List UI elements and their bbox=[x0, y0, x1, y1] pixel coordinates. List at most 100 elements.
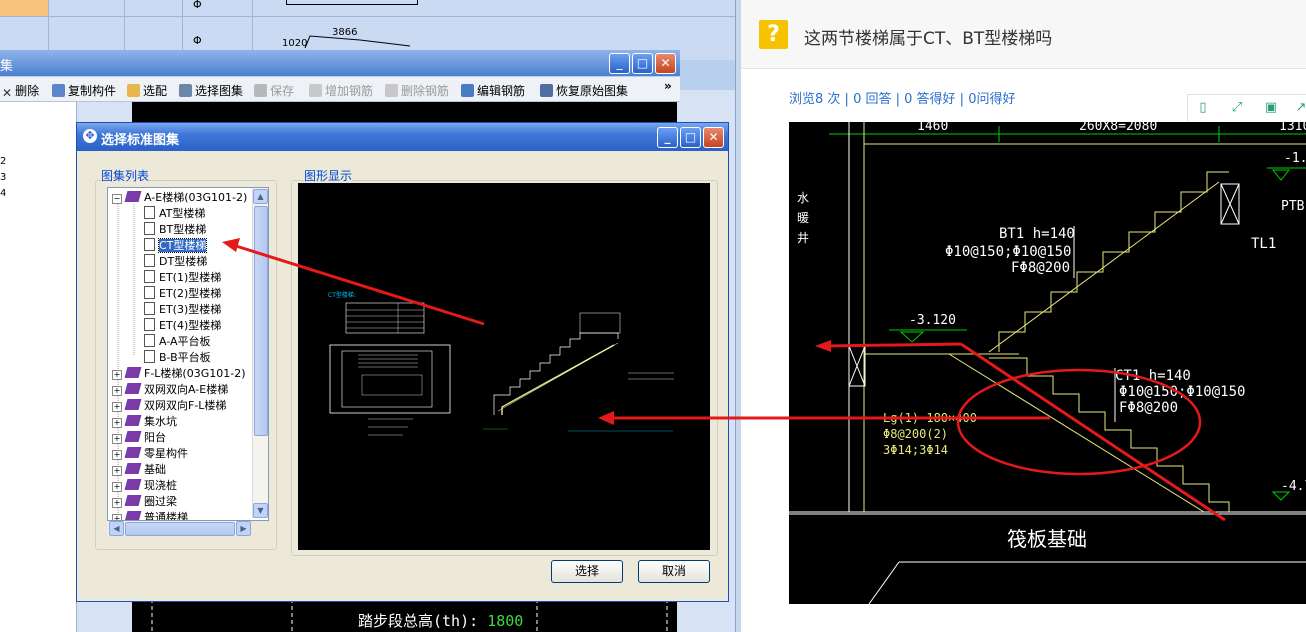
tree-folder[interactable]: − A-E楼梯(03G101-2) bbox=[112, 190, 247, 206]
tree-folder[interactable]: + 集水坑 bbox=[112, 414, 177, 430]
svg-text:-3.120: -3.120 bbox=[909, 313, 956, 328]
expand-icon[interactable]: + bbox=[112, 386, 122, 396]
scroll-down-button[interactable]: ▼ bbox=[253, 503, 268, 518]
save-button[interactable]: 保存 bbox=[254, 82, 294, 99]
answers-count[interactable]: 0 回答 bbox=[853, 92, 891, 107]
maximize-button[interactable]: □ bbox=[632, 53, 653, 74]
dialog-close-button[interactable]: ✕ bbox=[703, 127, 724, 148]
tree-item[interactable]: ET(3)型楼梯 bbox=[144, 302, 221, 318]
expand-icon[interactable]: + bbox=[112, 402, 122, 412]
scroll-up-button[interactable]: ▲ bbox=[253, 189, 268, 204]
tree-item[interactable]: BT型楼梯 bbox=[144, 222, 206, 238]
scroll-left-button[interactable]: ◀ bbox=[109, 521, 124, 536]
document-icon bbox=[144, 270, 155, 283]
minimize-button[interactable]: _ bbox=[609, 53, 630, 74]
add-rebar-button[interactable]: 增加钢筋 bbox=[309, 82, 373, 99]
phi-mark: Φ bbox=[193, 0, 202, 11]
expand-icon[interactable]: + bbox=[112, 466, 122, 476]
expand-icon[interactable]: + bbox=[112, 418, 122, 428]
scroll-right-button[interactable]: ▶ bbox=[236, 521, 251, 536]
question-icon: ? bbox=[759, 20, 788, 49]
tree-item[interactable]: CT型楼梯 bbox=[144, 238, 208, 254]
book-icon bbox=[124, 191, 142, 202]
tree-item-label: B-B平台板 bbox=[159, 351, 211, 364]
expand-icon[interactable]: + bbox=[112, 498, 122, 508]
tree-item-label: 集水坑 bbox=[144, 415, 177, 428]
book-icon bbox=[124, 495, 142, 506]
tree-item[interactable]: ET(2)型楼梯 bbox=[144, 286, 221, 302]
ct-stair-preview-drawing: CT型楼梯: bbox=[328, 291, 674, 436]
tree-folder[interactable]: + 零星构件 bbox=[112, 446, 188, 462]
delete-button[interactable]: ✕ 删除 bbox=[2, 82, 39, 100]
tree-item[interactable]: B-B平台板 bbox=[144, 350, 211, 366]
tree-item-label: F-L楼梯(03G101-2) bbox=[144, 367, 246, 380]
expand-icon[interactable]: + bbox=[112, 482, 122, 492]
tree-folder[interactable]: + 双网双向F-L楼梯 bbox=[112, 398, 226, 414]
tree-folder[interactable]: + 普通楼梯 bbox=[112, 510, 188, 520]
step-height-label: 踏步段总高(th): 1800 bbox=[358, 612, 524, 630]
tree-item[interactable]: AT型楼梯 bbox=[144, 206, 205, 222]
question-title: 这两节楼梯属于CT、BT型楼梯吗 bbox=[804, 29, 1053, 49]
tree-folder[interactable]: + 阳台 bbox=[112, 430, 166, 446]
tree-horizontal-scrollbar[interactable]: ◀ ▶ bbox=[108, 521, 251, 536]
share-icon[interactable]: ↗ bbox=[1294, 101, 1306, 115]
outer-window-titlebar[interactable]: 集 _ □ ✕ bbox=[0, 50, 680, 76]
tree-folder[interactable]: + 圈过梁 bbox=[112, 494, 177, 510]
edit-rebar-button[interactable]: 编辑钢筋 bbox=[461, 82, 525, 99]
select-match-button[interactable]: 选配 bbox=[127, 82, 167, 99]
tree-item-label: A-A平台板 bbox=[159, 335, 211, 348]
svg-text:CT型楼梯:: CT型楼梯: bbox=[328, 291, 356, 299]
copy-icon bbox=[52, 84, 65, 97]
book-icon bbox=[124, 399, 142, 410]
toolbar: ✕ 删除 复制构件 选配 选择图集 保存 增加钢筋 删除钢筋 编辑钢筋 恢复原始图… bbox=[0, 77, 680, 102]
select-button[interactable]: 选择 bbox=[551, 560, 623, 583]
select-atlas-button[interactable]: 选择图集 bbox=[179, 82, 243, 99]
expand-icon[interactable]: + bbox=[112, 370, 122, 380]
toolbar-overflow-button[interactable]: » bbox=[664, 79, 672, 93]
tree-item-label: 双网双向F-L楼梯 bbox=[144, 399, 227, 412]
tree-folder[interactable]: + 现浇桩 bbox=[112, 478, 177, 494]
remove-rebar-button[interactable]: 删除钢筋 bbox=[385, 82, 449, 99]
tree-item-label: BT型楼梯 bbox=[159, 223, 207, 236]
svg-text:暖: 暖 bbox=[797, 211, 809, 225]
tree-item[interactable]: ET(1)型楼梯 bbox=[144, 270, 221, 286]
fit-icon[interactable]: ▯ bbox=[1196, 101, 1210, 115]
svg-text:FΦ8@200: FΦ8@200 bbox=[1011, 260, 1070, 276]
good-answers-count[interactable]: 0 答得好 bbox=[904, 92, 955, 107]
tree-item-label: DT型楼梯 bbox=[159, 255, 208, 268]
good-questions-count[interactable]: 0问得好 bbox=[968, 92, 1015, 107]
tree-folder[interactable]: + 双网双向A-E楼梯 bbox=[112, 382, 228, 398]
tree-item[interactable]: ET(4)型楼梯 bbox=[144, 318, 221, 334]
save-image-icon[interactable]: ▣ bbox=[1264, 101, 1278, 115]
question-stats: 浏览8 次 | 0 回答 | 0 答得好 | 0问得好 bbox=[789, 92, 1016, 107]
expand-icon[interactable]: + bbox=[112, 434, 122, 444]
collapse-icon[interactable]: − bbox=[112, 194, 122, 204]
copy-component-button[interactable]: 复制构件 bbox=[52, 82, 116, 99]
question-cad-image[interactable]: 1460 260X8=2080 1310 -1.57 PTB TL1 -3.12… bbox=[789, 122, 1306, 604]
document-icon bbox=[144, 286, 155, 299]
cancel-button[interactable]: 取消 bbox=[638, 560, 710, 583]
atlas-tree[interactable]: − A-E楼梯(03G101-2) AT型楼梯 BT型楼梯 CT型楼梯 DT型楼梯 ET(1… bbox=[107, 187, 269, 521]
tree-folder[interactable]: + 基础 bbox=[112, 462, 166, 478]
fullscreen-icon[interactable]: ⤢ bbox=[1230, 101, 1244, 115]
views-count[interactable]: 浏览8 次 bbox=[789, 92, 840, 107]
restore-atlas-button[interactable]: 恢复原始图集 bbox=[540, 82, 628, 99]
tree-item[interactable]: A-A平台板 bbox=[144, 334, 211, 350]
dialog-maximize-button[interactable]: □ bbox=[680, 127, 701, 148]
scroll-thumb[interactable] bbox=[125, 522, 235, 536]
dialog-minimize-button[interactable]: _ bbox=[657, 127, 678, 148]
tree-item[interactable]: DT型楼梯 bbox=[144, 254, 207, 270]
dialog-titlebar[interactable]: ✥ 选择标准图集 _ □ ✕ bbox=[77, 123, 728, 151]
tree-folder[interactable]: + F-L楼梯(03G101-2) bbox=[112, 366, 246, 382]
app-icon: ✥ bbox=[83, 129, 97, 143]
close-button[interactable]: ✕ bbox=[655, 53, 676, 74]
expand-icon[interactable]: + bbox=[112, 450, 122, 460]
tree-item-label: 现浇桩 bbox=[144, 479, 177, 492]
tree-vertical-scrollbar[interactable]: ▲ ▼ bbox=[252, 188, 268, 518]
atlas-icon bbox=[179, 84, 192, 97]
delete-icon: ✕ bbox=[2, 86, 13, 100]
scroll-thumb[interactable] bbox=[254, 206, 268, 436]
svg-text:Φ10@150;Φ10@150: Φ10@150;Φ10@150 bbox=[1119, 384, 1245, 400]
select-icon bbox=[127, 84, 140, 97]
expand-icon[interactable]: + bbox=[112, 514, 122, 520]
